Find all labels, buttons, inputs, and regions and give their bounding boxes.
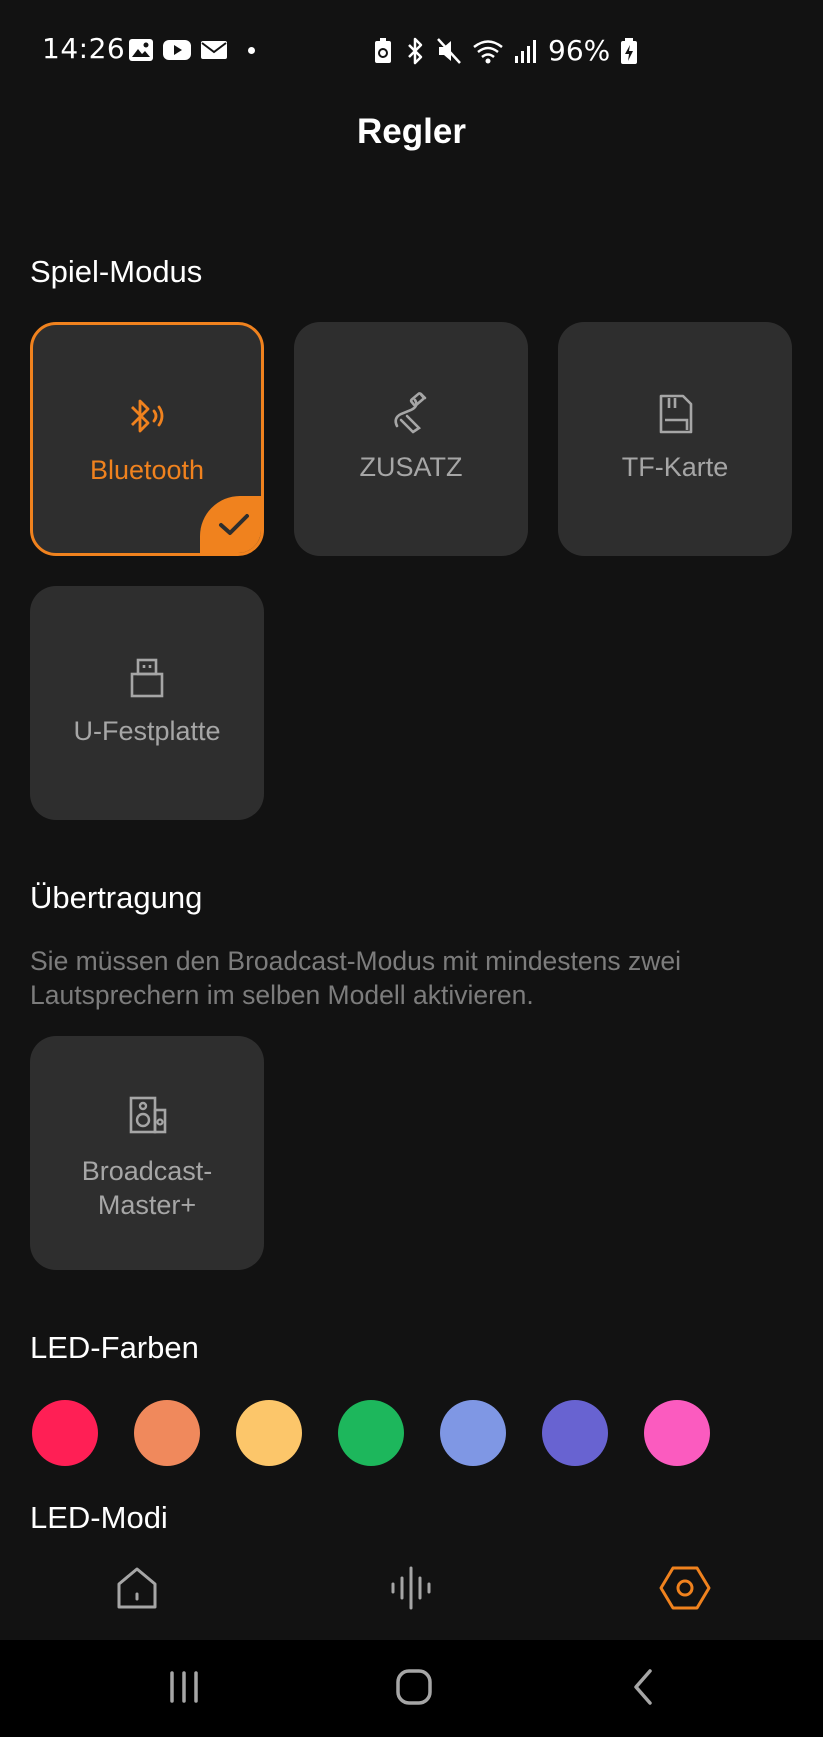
broadcast-master-tile[interactable]: Broadcast- Master+ [30,1036,264,1270]
selected-check-badge [200,496,261,553]
mode-bluetooth-tile[interactable]: Bluetooth [30,322,264,556]
color-swatch-pink[interactable] [644,1400,710,1466]
color-swatch-yellow[interactable] [236,1400,302,1466]
mail-icon [201,41,227,59]
mode-label: ZUSATZ [359,452,463,482]
mode-label: U-Festplatte [73,716,221,746]
broadcast-label: Broadcast- Master+ [30,1154,264,1222]
check-icon [219,514,249,535]
status-time: 14:26 [42,32,126,65]
status-right-icons: 96% [372,34,638,67]
mute-icon [437,37,461,64]
wifi-icon [473,39,503,63]
speaker-icon [30,1094,264,1138]
home-rounded-square-icon [396,1669,432,1705]
color-swatch-light-blue[interactable] [440,1400,506,1466]
battery-charging-icon [621,37,638,64]
mode-usb-tile[interactable]: U-Festplatte [30,586,264,820]
mode-label: TF-Karte [621,452,729,482]
battery-saver-icon [375,37,391,63]
bottom-navigation [0,1530,823,1640]
notification-dot-icon [248,46,255,54]
led-modes-title: LED-Modi [30,1500,168,1530]
gallery-icon [129,39,153,61]
play-mode-title: Spiel-Modus [30,254,203,289]
mode-tf-card-tile[interactable]: TF-Karte [558,322,792,556]
color-swatch-purple[interactable] [542,1400,608,1466]
status-left-icons [128,38,255,62]
nav-settings[interactable] [655,1558,715,1618]
color-swatch-orange[interactable] [134,1400,200,1466]
nav-home[interactable] [107,1558,167,1618]
recent-apps-button[interactable] [154,1662,214,1712]
broadcast-label-line1: Broadcast- [81,1156,213,1186]
page-title: Regler [357,112,466,151]
mode-label: Bluetooth [89,455,205,485]
recent-apps-icon [170,1671,198,1703]
app-screen: 14:26 96% Regler Spiel-Modus Bluetooth Z… [0,0,823,1737]
home-icon [117,1567,157,1609]
back-button[interactable] [614,1662,674,1712]
aux-cable-icon [294,392,528,436]
color-swatch-red[interactable] [32,1400,98,1466]
sound-wave-icon [391,1566,431,1610]
status-bar: 14:26 96% [0,0,823,100]
chevron-left-icon [634,1669,652,1705]
hexagon-settings-icon [659,1566,711,1610]
led-color-palette [32,1400,710,1466]
usb-drive-icon [30,656,264,700]
broadcast-title: Übertragung [30,880,203,915]
mode-aux-tile[interactable]: ZUSATZ [294,322,528,556]
signal-icon [515,39,536,63]
sd-card-icon [558,392,792,436]
led-colors-title: LED-Farben [30,1330,199,1365]
broadcast-description: Sie müssen den Broadcast-Modus mit minde… [30,946,682,1010]
system-navigation-bar [0,1640,823,1737]
youtube-icon [163,40,191,60]
color-swatch-green[interactable] [338,1400,404,1466]
nav-equalizer[interactable] [381,1558,441,1618]
battery-percent: 96% [548,34,611,67]
bluetooth-audio-icon [33,395,261,439]
broadcast-label-line2: Master+ [97,1190,197,1220]
bluetooth-icon [408,37,423,64]
home-button[interactable] [384,1662,444,1712]
